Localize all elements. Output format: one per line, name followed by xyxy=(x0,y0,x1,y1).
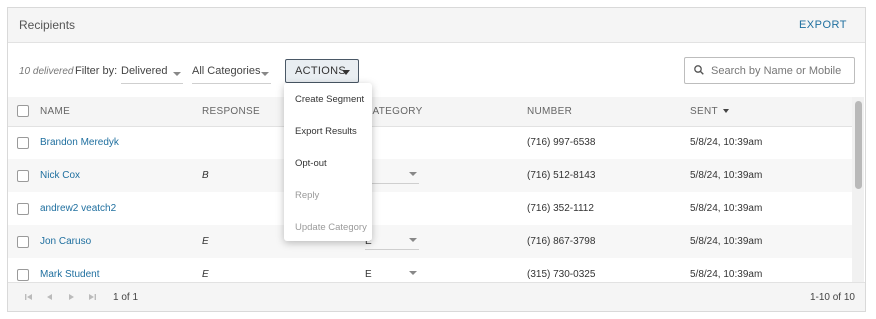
category-select[interactable]: E xyxy=(365,234,419,250)
recipient-name-link[interactable]: Jon Caruso xyxy=(40,236,91,247)
filter-by-label: Filter by: xyxy=(75,65,118,77)
status-filter-dropdown[interactable]: Delivered xyxy=(121,62,183,84)
panel-header: Recipients EXPORT xyxy=(8,8,865,43)
sent-time: 5/8/24, 10:39am xyxy=(690,137,763,149)
range-info: 1-10 of 10 xyxy=(809,292,855,303)
row-checkbox[interactable] xyxy=(17,136,29,149)
search-icon xyxy=(694,65,704,75)
phone-number: (716) 867-3798 xyxy=(527,236,596,247)
recipients-table: NAME RESPONSE CATEGORY NUMBER SENT Brand… xyxy=(8,97,865,283)
category-select[interactable]: B xyxy=(365,168,419,184)
category-select[interactable]: E xyxy=(365,267,419,283)
row-checkbox[interactable] xyxy=(17,268,29,281)
chevron-down-icon xyxy=(409,270,417,275)
chevron-down-icon xyxy=(173,72,181,76)
table-row: Mark Student E E (315) 730-0325 5/8/24, … xyxy=(8,258,854,283)
phone-number: (716) 352-1112 xyxy=(527,203,594,214)
actions-button-label: ACTIONS xyxy=(295,65,346,77)
column-header-sent[interactable]: SENT xyxy=(690,97,854,127)
menu-item-opt-out[interactable]: Opt-out xyxy=(295,158,327,169)
actions-menu: Create Segment Export Results Opt-out Re… xyxy=(284,83,372,241)
delivered-count: 10 delivered xyxy=(19,66,74,77)
search-box[interactable] xyxy=(684,57,855,84)
actions-button[interactable]: ACTIONS xyxy=(285,59,359,83)
table-row: andrew2 veatch2 (716) 352-1112 5/8/24, 1… xyxy=(8,192,854,225)
response-value: E xyxy=(202,269,209,280)
menu-item-update-category: Update Category xyxy=(295,222,367,233)
table-row: Brandon Meredyk (716) 997-6538 5/8/24, 1… xyxy=(8,126,854,159)
category-filter-value: All Categories xyxy=(192,65,261,77)
recipient-name-link[interactable]: Nick Cox xyxy=(40,170,80,181)
row-checkbox[interactable] xyxy=(17,169,29,182)
column-header-category[interactable]: CATEGORY xyxy=(365,97,527,127)
table-row: Jon Caruso E E (716) 867-3798 5/8/24, 10… xyxy=(8,225,854,258)
phone-number: (716) 997-6538 xyxy=(527,137,596,149)
menu-item-reply: Reply xyxy=(295,190,320,201)
sent-time: 5/8/24, 10:39am xyxy=(690,170,763,181)
select-all-checkbox[interactable] xyxy=(17,105,29,118)
next-page-icon[interactable] xyxy=(66,292,76,302)
menu-item-export-results[interactable]: Export Results xyxy=(295,126,357,137)
search-input[interactable] xyxy=(709,62,849,80)
row-checkbox[interactable] xyxy=(17,235,29,248)
response-value: E xyxy=(202,236,209,247)
table-row: Nick Cox B B (716) 512-8143 5/8/24, 10:3… xyxy=(8,159,854,192)
previous-page-icon[interactable] xyxy=(45,292,55,302)
menu-item-create-segment[interactable]: Create Segment xyxy=(295,94,364,105)
phone-number: (315) 730-0325 xyxy=(527,269,596,280)
select-all-cell xyxy=(8,97,40,127)
status-filter-value: Delivered xyxy=(121,65,168,77)
recipient-name-link[interactable]: andrew2 veatch2 xyxy=(40,203,116,214)
table-footer: 1 of 1 1-10 of 10 xyxy=(8,282,865,311)
page-info: 1 of 1 xyxy=(113,292,139,303)
export-button[interactable]: EXPORT xyxy=(799,19,847,31)
sent-time: 5/8/24, 10:39am xyxy=(690,203,763,214)
chevron-down-icon xyxy=(409,237,417,242)
sent-time: 5/8/24, 10:39am xyxy=(690,269,763,280)
last-page-icon[interactable] xyxy=(87,292,97,302)
chevron-down-icon xyxy=(261,72,269,76)
recipients-panel: Recipients EXPORT 10 delivered Filter by… xyxy=(7,7,866,312)
filter-bar: 10 delivered Filter by: Delivered All Ca… xyxy=(8,44,865,97)
recipient-name-link[interactable]: Mark Student xyxy=(40,269,99,280)
row-checkbox[interactable] xyxy=(17,202,29,215)
column-header-sent-label: SENT xyxy=(690,105,718,117)
category-filter-dropdown[interactable]: All Categories xyxy=(192,62,271,84)
recipient-name-link[interactable]: Brandon Meredyk xyxy=(40,137,119,148)
scrollbar-thumb[interactable] xyxy=(855,101,862,189)
category-value: E xyxy=(365,268,372,280)
phone-number: (716) 512-8143 xyxy=(527,170,596,181)
response-value: B xyxy=(202,170,209,181)
chevron-down-icon xyxy=(409,171,417,176)
table-header-row: NAME RESPONSE CATEGORY NUMBER SENT xyxy=(8,97,854,127)
sent-time: 5/8/24, 10:39am xyxy=(690,236,763,247)
sort-descending-icon xyxy=(722,109,729,114)
table-scrollbar[interactable] xyxy=(852,97,864,283)
first-page-icon[interactable] xyxy=(24,292,34,302)
page-title: Recipients xyxy=(19,18,76,32)
column-header-number[interactable]: NUMBER xyxy=(527,97,690,127)
column-header-name[interactable]: NAME xyxy=(40,97,202,127)
caret-down-icon xyxy=(342,70,350,75)
